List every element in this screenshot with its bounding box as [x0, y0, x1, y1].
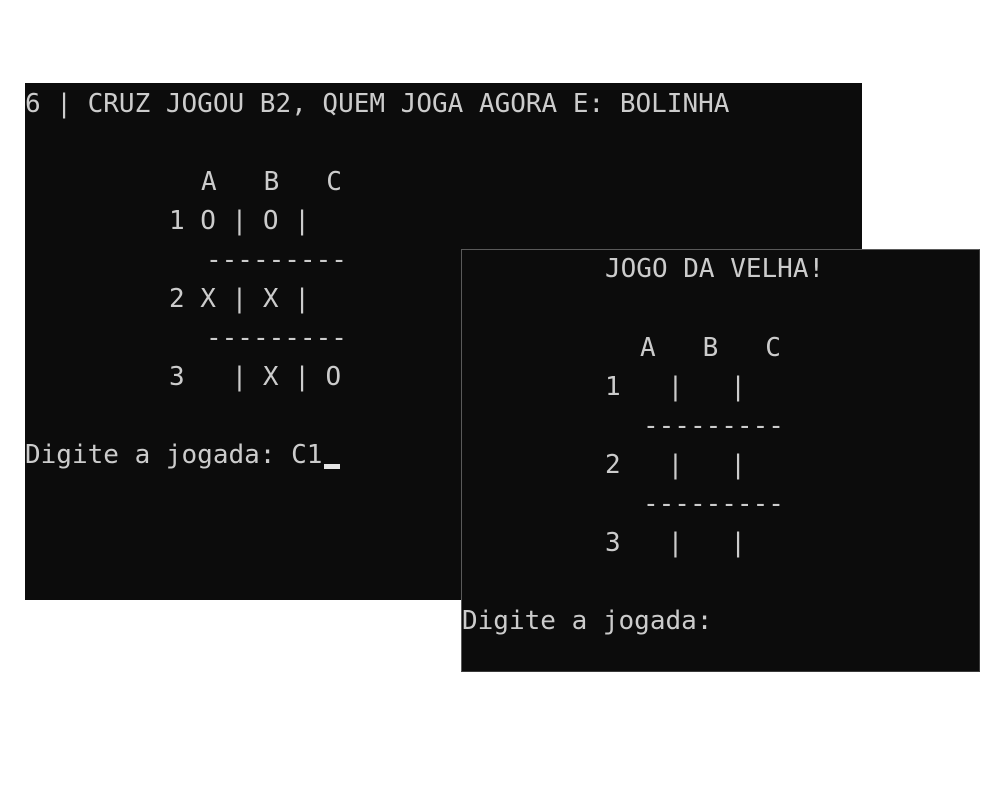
board-column-header: A B C: [201, 167, 342, 197]
status-line: 6 | CRUZ JOGOU B2, QUEM JOGA AGORA E: BO…: [25, 89, 730, 119]
game-title: JOGO DA VELHA!: [605, 254, 825, 284]
board-separator-2: ---------: [206, 323, 347, 353]
board-separator-1: ---------: [206, 245, 347, 275]
board-row-1: 1 | |: [605, 372, 746, 402]
input-prompt: Digite a jogada:: [25, 440, 292, 470]
board-row-3: 3 | |: [605, 528, 746, 558]
board-column-header: A B C: [640, 333, 781, 363]
board-row-2: 2 | |: [605, 450, 746, 480]
console-window-front[interactable]: JOGO DA VELHA! A B C 1 | | --------- 2 |…: [461, 249, 980, 672]
board-separator-2: ---------: [643, 489, 784, 519]
board-row-3: 3 | X | O: [169, 362, 342, 392]
input-line[interactable]: Digite a jogada: C1: [25, 436, 341, 475]
board-row-2: 2 X | X |: [169, 284, 310, 314]
board-row-1: 1 O | O |: [169, 206, 310, 236]
input-prompt[interactable]: Digite a jogada:: [462, 602, 712, 641]
input-value[interactable]: C1: [291, 440, 322, 470]
board-separator-1: ---------: [643, 411, 784, 441]
text-cursor: [324, 464, 341, 469]
